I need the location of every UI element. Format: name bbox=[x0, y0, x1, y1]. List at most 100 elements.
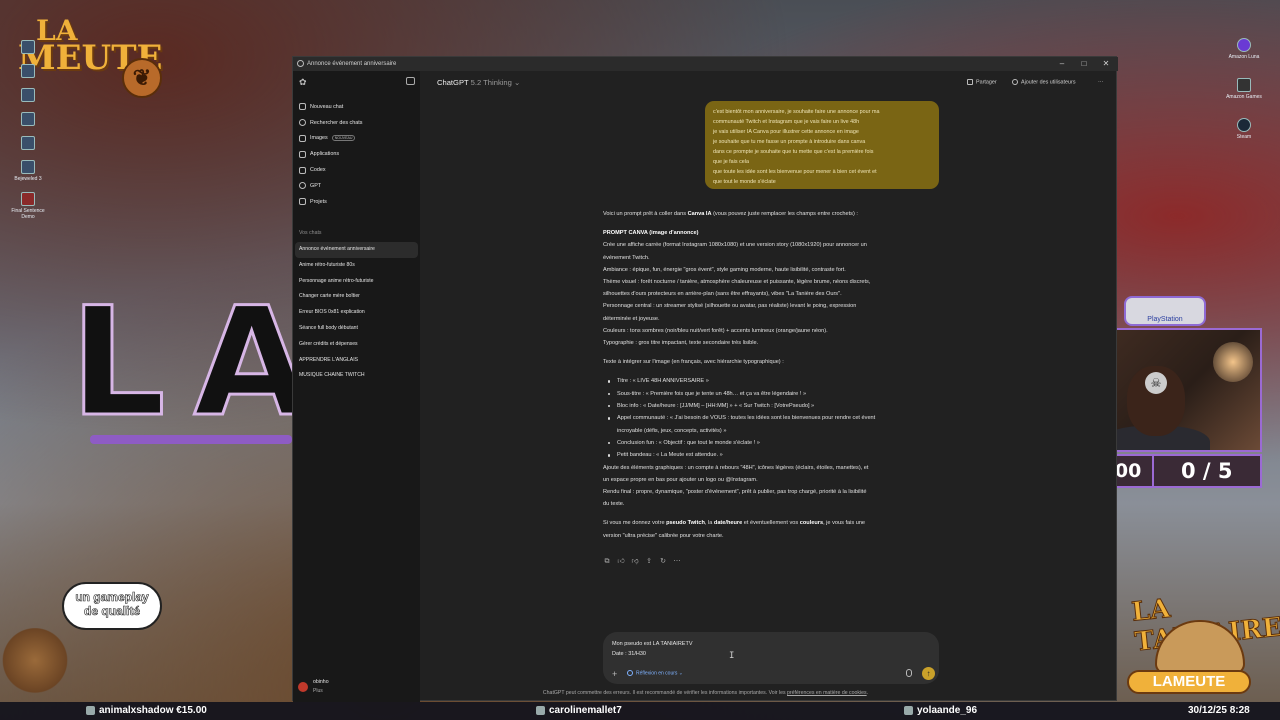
minimize-button[interactable]: – bbox=[1051, 57, 1073, 71]
chat-item[interactable]: Changer carte mère boîtier bbox=[293, 289, 420, 305]
luna-icon bbox=[1237, 38, 1251, 52]
desktop-icon[interactable] bbox=[4, 112, 52, 126]
sidebar-item-codex[interactable]: Codex bbox=[293, 162, 420, 178]
bullet-item: Conclusion fun : « Objectif : que tout l… bbox=[608, 437, 939, 449]
prompt-title: PROMPT CANVA (image d'annonce) bbox=[603, 230, 699, 237]
ticker-donation: animalxshadow €15.00 bbox=[86, 702, 207, 720]
bubble-line-2: de qualité bbox=[83, 604, 141, 619]
new-badge: NOUVEAU bbox=[331, 135, 356, 142]
chat-item[interactable]: Erreur BIOS 0x81 explication bbox=[293, 305, 420, 321]
message-composer[interactable]: Mon pseudo est LA TANIAIRETV Date : 31/H… bbox=[603, 632, 939, 684]
paw-icon: ❦ bbox=[122, 58, 162, 98]
user-message-bubble: c'est bientôt mon anniversaire, je souha… bbox=[705, 101, 939, 189]
user-name: obinho bbox=[313, 679, 329, 685]
chat-item[interactable]: Séance full body débutant bbox=[293, 321, 420, 337]
thumbs-up-icon[interactable]: 👍︎ bbox=[617, 558, 625, 566]
desktop-icon-amazon-luna[interactable]: Amazon Luna bbox=[1220, 38, 1268, 60]
sidebar-item-applications[interactable]: Applications bbox=[293, 146, 420, 162]
taniaire-banner: LAMEUTE bbox=[1127, 670, 1251, 694]
cookie-preferences-link[interactable]: préférences en matière de cookies bbox=[787, 690, 867, 696]
chat-item[interactable]: Personnage anime rétro-futuriste bbox=[293, 274, 420, 290]
composer-text-line-2[interactable]: Date : 31/H30 bbox=[612, 651, 646, 657]
user-message-line: je vais utiliser IA Canva pour illustrer… bbox=[713, 129, 859, 135]
after-line: un espace propre en bas pour ajouter un … bbox=[603, 476, 758, 483]
overlay-big-letters: LA bbox=[69, 276, 338, 450]
sidebar-item-projects[interactable]: Projets bbox=[293, 194, 420, 210]
model-name: ChatGPT bbox=[437, 78, 469, 87]
desktop-icon[interactable] bbox=[4, 88, 52, 102]
desktop-icon[interactable] bbox=[4, 64, 52, 78]
after-line: du texte. bbox=[603, 501, 625, 508]
bullet-item: Bloc info : « Date/heure : [JJ/MM] – [HH… bbox=[608, 400, 939, 412]
more-options-button[interactable]: ··· bbox=[1098, 79, 1103, 85]
copy-icon[interactable]: ⧉ bbox=[603, 558, 611, 566]
plus-icon[interactable]: + bbox=[612, 669, 617, 679]
share-icon[interactable]: ⇪ bbox=[645, 558, 653, 566]
overlay-purple-bar bbox=[90, 435, 292, 444]
desktop-icon-amazon-games[interactable]: Amazon Games bbox=[1220, 78, 1268, 100]
bear-mascot bbox=[0, 628, 70, 700]
desktop-icons-right: Amazon Luna Amazon Games Steam bbox=[1220, 38, 1270, 150]
sidebar: ✿ Nouveau chat Rechercher des chats Imag… bbox=[293, 71, 420, 702]
closing-line-2: version "ultra précise" calibrée pour vo… bbox=[603, 532, 724, 539]
prompt-line: silhouettes d'ours protecteurs en arrièr… bbox=[603, 291, 842, 298]
composer-text-line-1[interactable]: Mon pseudo est LA TANIAIRETV bbox=[612, 641, 693, 647]
app-icon bbox=[21, 40, 35, 54]
assistant-answer: Voici un prompt prêt à coller dans Canva… bbox=[603, 208, 939, 542]
user-message-line: que je fais cela bbox=[713, 159, 749, 165]
sub-icon bbox=[904, 705, 913, 715]
bullet-item: Petit bandeau : « La Meute est attendue.… bbox=[608, 449, 939, 461]
stream-ticker-bar: animalxshadow €15.00 carolinemallet7 yol… bbox=[0, 702, 1280, 720]
send-button[interactable]: ↑ bbox=[922, 667, 935, 680]
share-button[interactable]: Partager bbox=[967, 79, 997, 85]
desktop-icon-final-sentence[interactable]: Final Sentence Demo bbox=[4, 192, 52, 220]
desktop-icon-steam[interactable]: Steam bbox=[1220, 118, 1268, 140]
sidebar-item-new-chat[interactable]: Nouveau chat bbox=[293, 99, 420, 115]
app-icon bbox=[21, 136, 35, 150]
game-icon bbox=[21, 192, 35, 206]
model-variant: 5.2 Thinking ⌄ bbox=[470, 78, 521, 87]
chat-item[interactable]: Gérer crédits et dépenses bbox=[293, 337, 420, 353]
image-icon bbox=[299, 134, 306, 142]
desktop-icon[interactable] bbox=[4, 40, 52, 54]
taniaire-logo: LA TANIAIRE LAMEUTE bbox=[1125, 590, 1280, 700]
sub-goal-counter: 0 / 5 bbox=[1151, 456, 1261, 486]
desktop-icon[interactable] bbox=[4, 136, 52, 150]
add-users-button[interactable]: Ajouter des utilisateurs bbox=[1012, 79, 1076, 85]
sidebar-toggle-icon[interactable] bbox=[406, 77, 415, 85]
regenerate-icon[interactable]: ↻ bbox=[659, 558, 667, 566]
bullet-continuation: incroyable (défis, jeux, concepts, activ… bbox=[617, 427, 727, 434]
sidebar-nav: Nouveau chat Rechercher des chats Images… bbox=[293, 99, 420, 210]
openai-logo-icon[interactable]: ✿ bbox=[299, 77, 307, 88]
thinking-mode-button[interactable]: Réflexion en cours ⌄ bbox=[627, 670, 683, 676]
prompt-line: Typographie : gros titre impactant, text… bbox=[603, 340, 759, 347]
close-button[interactable]: ✕ bbox=[1095, 57, 1117, 71]
speech-bubble: un gameplay de qualité bbox=[62, 582, 162, 630]
thumbs-down-icon[interactable]: 👎︎ bbox=[631, 558, 639, 566]
desktop-icons-left: Bejeweled 3 Final Sentence Demo bbox=[4, 40, 54, 230]
ticker-subscriber: yolaande_96 bbox=[904, 702, 977, 720]
microphone-icon[interactable] bbox=[906, 669, 912, 677]
maximize-button[interactable]: □ bbox=[1073, 57, 1095, 71]
sidebar-item-gpt[interactable]: GPT bbox=[293, 178, 420, 194]
app-icon bbox=[21, 112, 35, 126]
bullet-item: Titre : « LIVE 48H ANNIVERSAIRE » bbox=[608, 375, 939, 387]
chat-item-active[interactable]: Annonce événement anniversaire bbox=[295, 242, 418, 258]
desktop-icon-bejeweled[interactable]: Bejeweled 3 bbox=[4, 160, 52, 182]
chat-item[interactable]: APPRENDRE L'ANGLAIS bbox=[293, 353, 420, 369]
user-message-line: je souhaite que tu me fasse un prompte à… bbox=[713, 139, 866, 145]
model-selector[interactable]: ChatGPT 5.2 Thinking ⌄ bbox=[437, 78, 520, 87]
sidebar-item-images[interactable]: Images NOUVEAU bbox=[293, 131, 420, 147]
message-actions: ⧉ 👍︎ 👎︎ ⇪ ↻ ⋯ bbox=[603, 558, 687, 568]
steam-icon bbox=[1237, 118, 1251, 132]
chat-item[interactable]: MUSIQUE CHAINE TWITCH bbox=[293, 368, 420, 384]
playstation-badge: PlayStation bbox=[1124, 296, 1206, 326]
closing-line: Si vous me donnez votre pseudo Twitch, l… bbox=[603, 520, 866, 527]
chat-item[interactable]: Anime rétro-futuriste 80s bbox=[293, 258, 420, 274]
window-titlebar[interactable]: Annonce événement anniversaire – □ ✕ bbox=[293, 57, 1118, 71]
sidebar-item-search[interactable]: Rechercher des chats bbox=[293, 115, 420, 131]
thinking-icon bbox=[627, 670, 633, 676]
search-icon bbox=[299, 119, 306, 127]
more-icon[interactable]: ⋯ bbox=[673, 558, 681, 566]
ticker-datetime: 30/12/25 8:28 bbox=[1188, 705, 1250, 716]
